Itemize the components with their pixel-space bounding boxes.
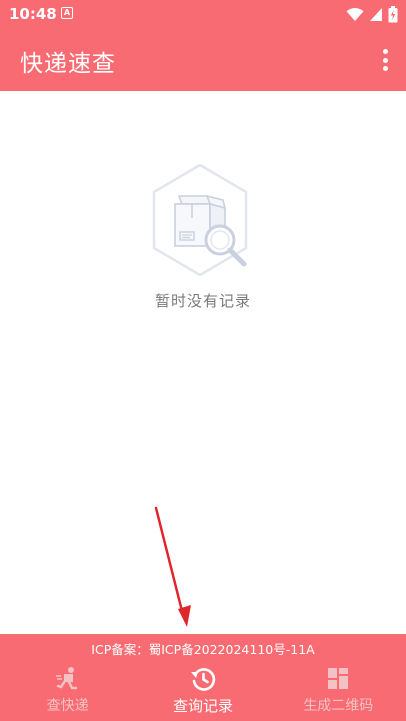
- more-vert-icon[interactable]: [378, 47, 392, 73]
- package-search-icon: [152, 163, 248, 277]
- bottom-area: ICP备案：蜀ICP备2022024110号-11A 查快递 查询记录 生成二维…: [0, 634, 406, 721]
- status-bar: 10:48 A: [0, 0, 406, 28]
- empty-message: 暂时没有记录: [154, 292, 251, 310]
- empty-state: 暂时没有记录: [0, 160, 406, 320]
- signal-icon: [370, 8, 382, 21]
- nav-label-query-courier: 查快递: [46, 698, 89, 714]
- wifi-icon: [346, 8, 364, 21]
- qr-grid-icon: [325, 666, 351, 692]
- app-bar: 快递速查: [0, 28, 406, 91]
- battery-icon: [388, 6, 398, 23]
- bottom-nav: 查快递 查询记录 生成二维码: [0, 662, 406, 720]
- nav-label-generate-qr: 生成二维码: [303, 698, 374, 714]
- app-screen: 10:48 A 快递速查 暂时没有记录 ICP备案：蜀ICP备202202411…: [0, 0, 406, 721]
- nav-item-query-courier[interactable]: 查快递: [0, 662, 135, 720]
- status-time: 10:48: [9, 5, 57, 23]
- icp-record-text: ICP备案：蜀ICP备2022024110号-11A: [91, 642, 315, 657]
- nav-item-query-history[interactable]: 查询记录: [135, 662, 270, 720]
- history-icon: [190, 666, 216, 692]
- courier-run-icon: [55, 666, 81, 692]
- nav-item-generate-qr[interactable]: 生成二维码: [271, 662, 406, 720]
- app-title: 快递速查: [20, 51, 116, 77]
- nav-label-query-history: 查询记录: [172, 697, 233, 715]
- status-icons: [346, 6, 398, 23]
- annotation-arrow: [154, 506, 191, 627]
- a-icon: A: [61, 7, 73, 19]
